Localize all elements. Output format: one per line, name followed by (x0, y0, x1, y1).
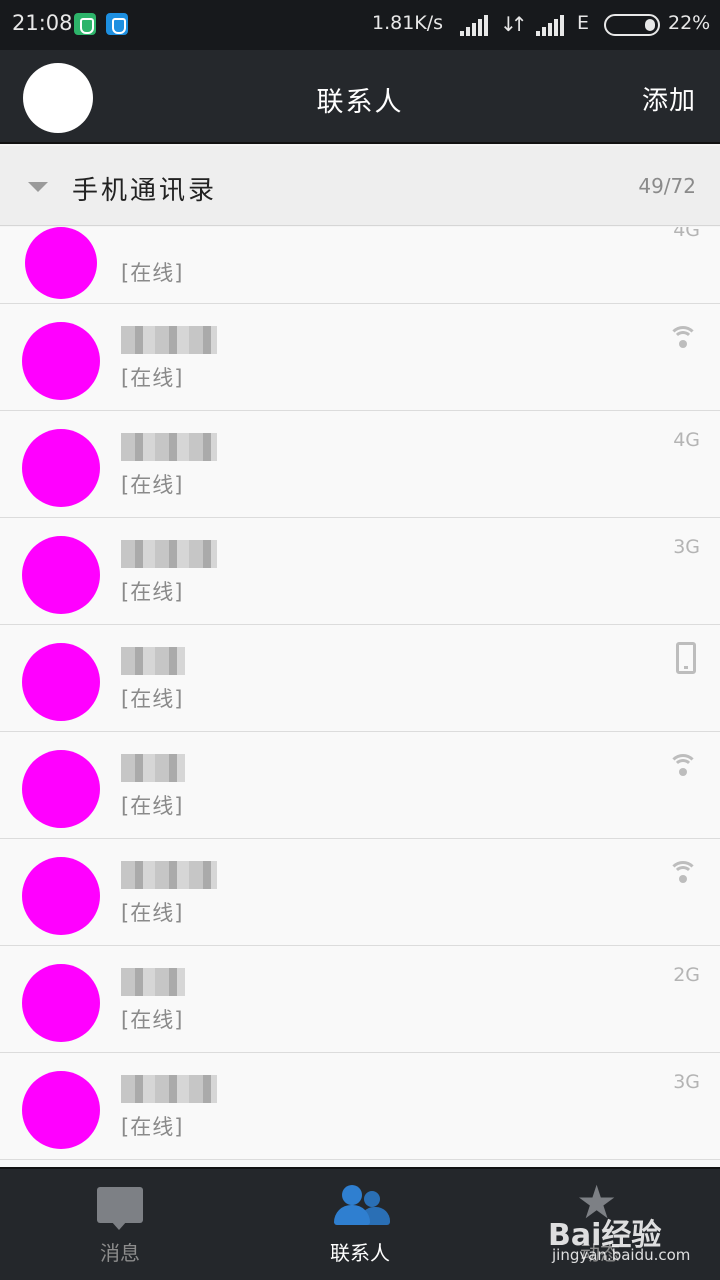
contact-row[interactable]: [在线] 4G (0, 227, 720, 304)
collapse-triangle-icon (28, 182, 48, 192)
contact-avatar (22, 429, 100, 507)
contact-status: [在线] (121, 1115, 184, 1139)
page-title: 联系人 (316, 87, 404, 118)
contact-avatar (22, 643, 100, 721)
contact-name-blurred (121, 647, 185, 675)
tab-contacts[interactable]: 联系人 (240, 1169, 480, 1280)
contact-avatar (22, 322, 100, 400)
contact-name-blurred (121, 754, 185, 782)
contact-row[interactable]: [在线] (0, 839, 720, 946)
contact-row[interactable]: [在线] (0, 304, 720, 411)
contact-status: [在线] (121, 687, 184, 711)
status-time: 21:08 (12, 11, 73, 35)
tab-label: 消息 (100, 1241, 140, 1265)
contact-status: [在线] (121, 473, 184, 497)
watermark-url: jingyan.baidu.com (552, 1246, 691, 1264)
wifi-icon (668, 324, 698, 350)
contact-name-blurred (121, 861, 217, 889)
wifi-icon (668, 752, 698, 778)
group-count: 49/72 (638, 174, 696, 198)
contact-row[interactable]: [在线] (0, 732, 720, 839)
security-app-icon (74, 13, 96, 35)
contact-status: [在线] (121, 1008, 184, 1032)
add-button[interactable]: 添加 (642, 80, 696, 117)
contact-status: [在线] (121, 580, 184, 604)
tab-messages[interactable]: 消息 (0, 1169, 240, 1280)
contact-status: [在线] (121, 366, 184, 390)
network-label: 3G (673, 536, 700, 558)
network-label: 3G (673, 1071, 700, 1093)
contact-row[interactable]: [在线] 3G (0, 518, 720, 625)
network-label: 2G (673, 964, 700, 986)
baidu-jingyan-watermark: Bai经验 jingyan.baidu.com (548, 1210, 690, 1264)
contacts-icon (334, 1185, 390, 1227)
contact-row[interactable]: [在线] 3G (0, 1053, 720, 1160)
group-name: 手机通讯录 (72, 176, 218, 206)
contact-status: [在线] (121, 794, 184, 818)
wifi-icon (668, 859, 698, 885)
contact-avatar (22, 857, 100, 935)
status-bar: 21:08 1.81K/s ↓↑ E 22% (0, 0, 720, 50)
battery-icon (604, 14, 660, 36)
contact-avatar (22, 536, 100, 614)
contact-name-blurred (121, 433, 217, 461)
title-bar: 联系人 添加 (0, 50, 720, 144)
battery-level: 22% (668, 12, 711, 34)
contact-avatar (25, 227, 97, 299)
network-label: 4G (673, 227, 700, 241)
phone-icon (676, 642, 696, 674)
contact-name-blurred (121, 1075, 217, 1103)
message-bubble-icon (97, 1187, 143, 1230)
contact-name-blurred (121, 326, 217, 354)
contact-avatar (22, 964, 100, 1042)
contact-list[interactable]: [在线] 4G [在线] [在线] 4G [在线] 3G [在线] [在线] [… (0, 227, 720, 1167)
signal-icon (460, 14, 494, 36)
contact-name-blurred (121, 968, 185, 996)
contact-avatar (22, 750, 100, 828)
contact-name-blurred (121, 540, 217, 568)
network-speed: 1.81K/s (372, 12, 444, 34)
drop-app-icon (106, 13, 128, 35)
contact-avatar (22, 1071, 100, 1149)
tab-label: 联系人 (330, 1241, 390, 1265)
contact-row[interactable]: [在线] 4G (0, 411, 720, 518)
group-header-phone-contacts[interactable]: 手机通讯录 49/72 (0, 146, 720, 226)
contact-status: [在线] (121, 901, 184, 925)
contact-row[interactable]: [在线] (0, 625, 720, 732)
network-type: E (577, 12, 590, 34)
signal-icon (536, 14, 570, 36)
contact-status: [在线] (121, 261, 184, 285)
network-label: 4G (673, 429, 700, 451)
data-transfer-icon: ↓↑ (500, 12, 527, 36)
contact-row[interactable]: [在线] 2G (0, 946, 720, 1053)
